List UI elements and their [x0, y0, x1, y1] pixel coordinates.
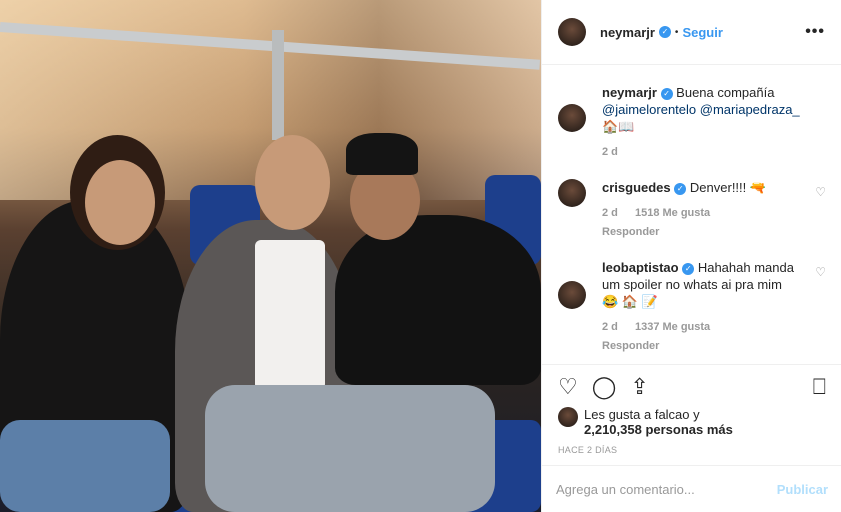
separator-dot: •: [674, 26, 679, 38]
liker-avatar: [558, 407, 578, 427]
reply-button[interactable]: Responder: [602, 224, 802, 241]
comment-age[interactable]: 2 d: [602, 207, 618, 219]
verified-icon: ✓: [674, 182, 687, 195]
commenter-avatar[interactable]: [558, 281, 586, 309]
add-comment-bar: Agrega un comentario... Publicar: [542, 465, 841, 512]
comment-text: Buena compañía: [676, 85, 775, 100]
post-time: HACE 2 DÍAS: [558, 445, 618, 455]
comment-username[interactable]: leobaptistao: [602, 260, 679, 275]
comment-likes[interactable]: 1518 Me gusta: [635, 207, 710, 219]
verified-icon: ✓: [658, 26, 671, 38]
caption-emoji: 🏠📖: [602, 119, 635, 134]
comment-age[interactable]: 2 d: [602, 321, 618, 333]
person-right: [335, 215, 541, 385]
comment-input[interactable]: Agrega un comentario...: [556, 482, 695, 497]
person-middle-face: [255, 135, 330, 230]
comments-list[interactable]: neymarjr ✓ Buena compañía @jaimelorentel…: [542, 66, 841, 364]
post-actions: ♡ ◯ ⇪ ⎕ Les gusta a falcao y 2,210,358 p…: [542, 364, 841, 455]
comment-icon[interactable]: ◯: [592, 375, 617, 399]
author-avatar[interactable]: [558, 104, 586, 132]
comment-emoji: 😂 🏠 📝: [602, 294, 658, 309]
person-left-jeans: [0, 420, 170, 512]
post-photo[interactable]: [0, 0, 541, 512]
likes-summary[interactable]: Les gusta a falcao y 2,210,358 personas …: [558, 407, 826, 437]
author-avatar[interactable]: [558, 18, 586, 46]
heart-icon[interactable]: ♡: [558, 375, 578, 399]
likes-count[interactable]: 2,210,358 personas más: [584, 422, 733, 437]
verified-icon: ✓: [682, 262, 695, 275]
caption: neymarjr ✓ Buena compañía @jaimelorentel…: [558, 84, 826, 161]
follow-button[interactable]: Seguir: [682, 25, 722, 40]
comment-username[interactable]: neymarjr: [602, 85, 657, 100]
person-middle-shirt: [255, 240, 325, 390]
commenter-avatar[interactable]: [558, 179, 586, 207]
mentions[interactable]: @jaimelorentelo @mariapedraza_: [602, 102, 800, 117]
more-options-icon[interactable]: •••: [805, 23, 825, 41]
comment-heart-icon[interactable]: ♡: [815, 185, 826, 199]
author-username[interactable]: neymarjr: [600, 25, 655, 40]
likes-line1: Les gusta a falcao y: [584, 407, 700, 422]
person-middle-jeans: [205, 385, 495, 512]
post-side-panel: neymarjr ✓ • Seguir ••• neymarjr ✓ Buena…: [541, 0, 841, 512]
share-icon[interactable]: ⇪: [630, 375, 648, 399]
person-right-cap: [346, 133, 418, 175]
comment-username[interactable]: crisguedes: [602, 180, 671, 195]
bookmark-icon[interactable]: ⎕: [813, 375, 826, 399]
publish-button[interactable]: Publicar: [777, 482, 828, 497]
instagram-post: neymarjr ✓ • Seguir ••• neymarjr ✓ Buena…: [0, 0, 841, 512]
comment-likes[interactable]: 1337 Me gusta: [635, 321, 710, 333]
comment-text: Denver!!!! 🔫: [689, 180, 767, 195]
comment-item: crisguedes ✓ Denver!!!! 🔫 2 d 1518 Me gu…: [558, 179, 826, 241]
verified-icon: ✓: [660, 87, 673, 100]
post-header: neymarjr ✓ • Seguir •••: [542, 0, 841, 65]
comment-age[interactable]: 2 d: [602, 146, 618, 158]
comment-heart-icon[interactable]: ♡: [815, 265, 826, 279]
reply-button[interactable]: Responder: [602, 338, 802, 355]
photo-railing-post: [272, 30, 284, 140]
comment-item: leobaptistao ✓ Hahahah manda um spoiler …: [558, 259, 826, 355]
person-left-face: [85, 160, 155, 245]
